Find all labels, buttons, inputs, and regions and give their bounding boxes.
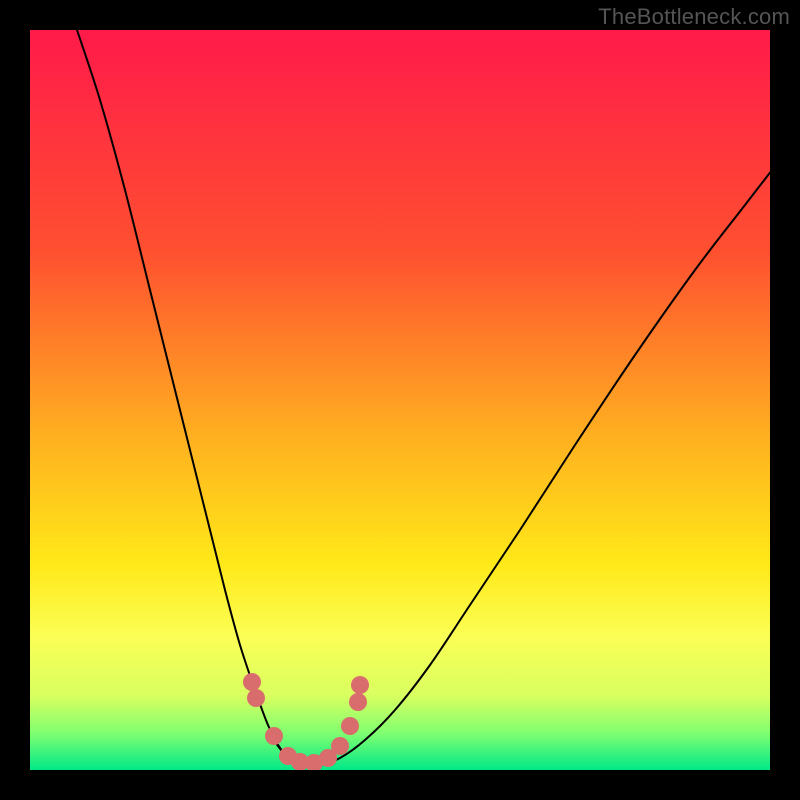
data-dot <box>247 689 265 707</box>
gradient-background <box>30 30 770 770</box>
data-dot <box>351 676 369 694</box>
data-dot <box>349 693 367 711</box>
watermark-text: TheBottleneck.com <box>598 4 790 30</box>
chart-svg <box>30 30 770 770</box>
data-dot <box>331 737 349 755</box>
plot-area <box>30 30 770 770</box>
chart-frame: TheBottleneck.com <box>0 0 800 800</box>
data-dot <box>341 717 359 735</box>
data-dot <box>243 673 261 691</box>
data-dot <box>265 727 283 745</box>
